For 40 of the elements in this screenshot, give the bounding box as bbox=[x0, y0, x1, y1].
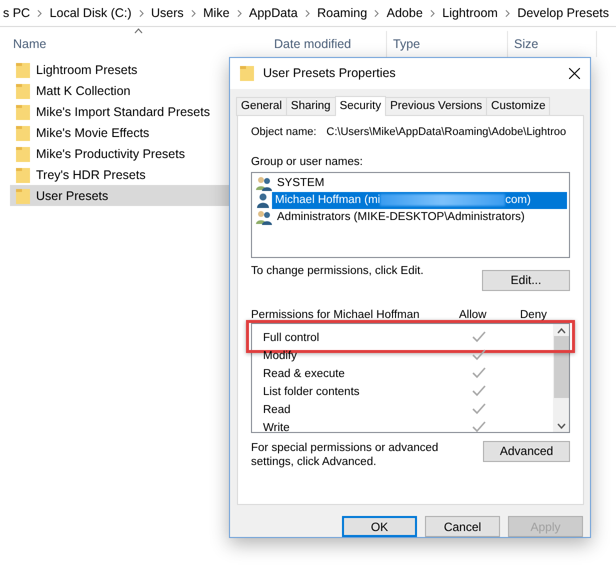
permission-name: Write bbox=[263, 422, 291, 434]
tab[interactable]: Security bbox=[334, 96, 386, 116]
dialog-button[interactable]: OK bbox=[342, 516, 417, 537]
column-header[interactable]: Name bbox=[0, 31, 268, 57]
permissions-label: Permissions for Michael Hoffman bbox=[251, 308, 421, 321]
breadcrumb-item[interactable]: Mike bbox=[196, 6, 237, 20]
folder-row[interactable]: Mike's Import Standard Presets bbox=[10, 101, 236, 122]
allow-header: Allow bbox=[458, 308, 488, 321]
object-name-label: Object name: bbox=[251, 126, 316, 138]
dialog-button[interactable]: Cancel bbox=[425, 516, 500, 537]
advanced-text: For special permissions or advanced settings, click Advanced. bbox=[251, 440, 440, 469]
tab[interactable]: General bbox=[236, 96, 287, 116]
advanced-button[interactable]: Advanced bbox=[483, 440, 570, 462]
breadcrumb-item[interactable]: Roaming bbox=[310, 6, 374, 20]
edit-button[interactable]: Edit... bbox=[482, 270, 570, 291]
folder-row[interactable]: Lightroom Presets bbox=[10, 59, 236, 80]
permission-name: Read & execute bbox=[263, 368, 346, 380]
folder-row[interactable]: Trey's HDR Presets bbox=[10, 164, 236, 185]
folder-row[interactable]: Matt K Collection bbox=[10, 80, 236, 101]
deny-header: Deny bbox=[519, 308, 548, 321]
user-row[interactable]: Administrators (MIKE-DESKTOP\Administrators) bbox=[256, 208, 569, 226]
instruction-text: To change permissions, click Edit. bbox=[251, 264, 424, 277]
object-name-value: C:\Users\Mike\AppData\Roaming\Adobe\Lightroo bbox=[326, 126, 566, 138]
breadcrumb-item[interactable]: Lightroom bbox=[435, 6, 505, 20]
breadcrumb-item[interactable]: s PC bbox=[0, 6, 38, 20]
folder-row[interactable]: Mike's Productivity Presets bbox=[10, 143, 236, 164]
breadcrumb-item[interactable]: Develop Presets bbox=[510, 6, 616, 20]
breadcrumb-item[interactable]: AppData bbox=[242, 6, 305, 20]
group-label: Group or user names: bbox=[251, 156, 363, 168]
permission-name: List folder contents bbox=[263, 386, 361, 398]
breadcrumb-item[interactable]: Local Disk (C:) bbox=[42, 6, 139, 20]
permission-name: Read bbox=[263, 404, 292, 416]
tab[interactable]: Customize bbox=[486, 96, 550, 116]
breadcrumb-item[interactable]: Adobe bbox=[380, 6, 430, 20]
breadcrumb-item[interactable]: Users bbox=[144, 6, 191, 20]
user-row[interactable]: SYSTEM bbox=[256, 174, 569, 192]
permission-name: Modify bbox=[263, 350, 298, 362]
permission-name: Full control bbox=[263, 332, 320, 344]
window-title: User Presets Properties bbox=[263, 66, 397, 80]
folder-row[interactable]: Mike's Movie Effects bbox=[10, 122, 236, 143]
